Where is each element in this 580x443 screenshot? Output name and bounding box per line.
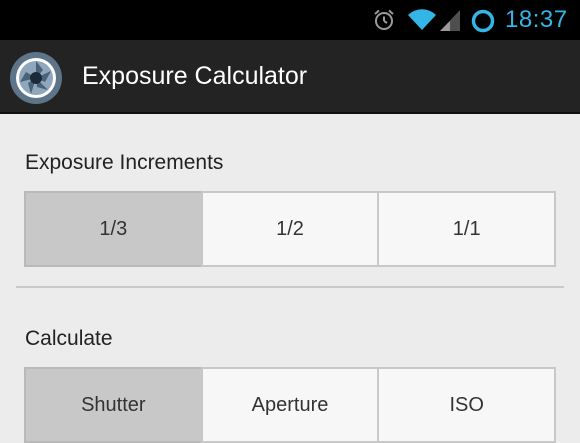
increment-option-one-third[interactable]: 1/3	[24, 191, 203, 267]
app-title: Exposure Calculator	[82, 62, 308, 90]
wifi-icon	[408, 9, 436, 31]
section-divider	[16, 286, 564, 288]
increment-option-one-full[interactable]: 1/1	[377, 191, 557, 267]
signal-icon	[440, 10, 460, 31]
action-bar: Exposure Calculator	[0, 40, 580, 114]
increment-option-one-half[interactable]: 1/2	[200, 191, 380, 267]
calculate-selector: Shutter Aperture ISO	[24, 367, 557, 443]
exposure-increments-title: Exposure Increments	[25, 151, 224, 174]
calculate-title: Calculate	[25, 327, 113, 350]
status-clock: 18:37	[505, 6, 568, 33]
exposure-increments-selector: 1/3 1/2 1/1	[24, 191, 557, 267]
calculate-option-shutter[interactable]: Shutter	[24, 367, 203, 443]
sync-icon	[471, 9, 495, 33]
status-bar: 18:37	[0, 0, 580, 40]
calculate-option-aperture[interactable]: Aperture	[200, 367, 380, 443]
calculate-option-iso[interactable]: ISO	[377, 367, 557, 443]
aperture-icon[interactable]	[9, 51, 63, 105]
alarm-icon	[374, 9, 394, 30]
